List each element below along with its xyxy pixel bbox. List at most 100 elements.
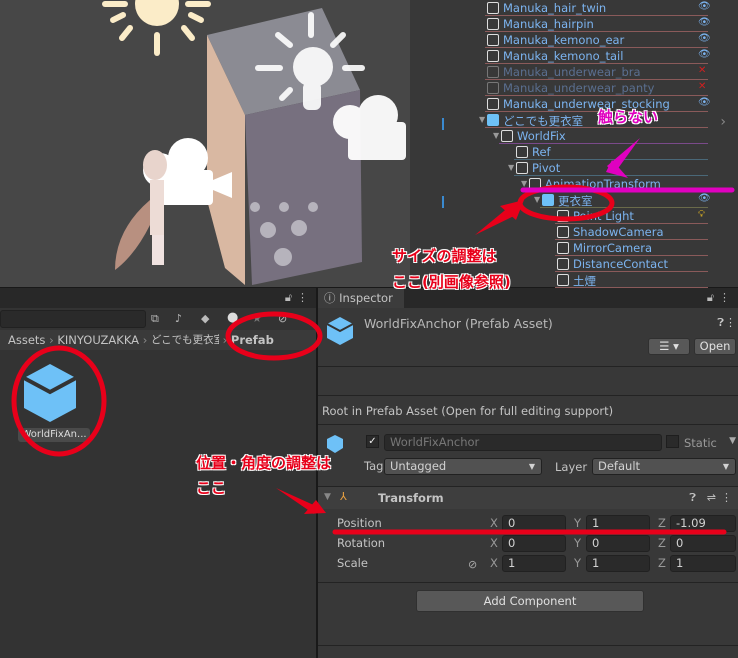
hierarchy-item[interactable]: Point Light 💡︎ <box>410 208 738 224</box>
axis-label-z[interactable]: Z <box>658 516 666 530</box>
breadcrumb-kinyouzakka[interactable]: KINYOUZAKKA <box>57 333 139 347</box>
scale-y-field[interactable]: 1 <box>586 555 650 572</box>
visibility-icon[interactable]: 👁︎ <box>698 1 711 14</box>
open-button[interactable]: Open <box>694 338 736 355</box>
search-input[interactable] <box>0 310 146 328</box>
hierarchy-item[interactable]: Manuka_underwear_stocking 👁︎ <box>410 96 738 112</box>
gameobject-icon <box>487 66 499 78</box>
hierarchy-item[interactable]: ShadowCamera <box>410 224 738 240</box>
axis-label-y[interactable]: Y <box>574 536 581 550</box>
search-by-type-icon[interactable]: ⧉ <box>151 312 159 326</box>
scene-view[interactable] <box>0 0 410 287</box>
asset-label: WorldFixAn... <box>18 428 90 442</box>
foldout-arrow-icon[interactable]: ▼ <box>534 195 540 204</box>
foldout-arrow-icon[interactable]: ▼ <box>508 163 514 172</box>
breadcrumb-assets[interactable]: Assets <box>0 333 45 347</box>
hierarchy-item[interactable]: ▼ どこでも更衣室 <box>410 112 738 128</box>
gameobject-icon <box>516 146 528 158</box>
transform-header[interactable]: ▼ ⅄ Transform ❓︎ ⇌ ⋮ <box>318 487 738 509</box>
label-tag-icon[interactable]: ◆ <box>201 312 209 325</box>
axis-label-y[interactable]: Y <box>574 516 581 530</box>
gameobject-icon <box>487 82 499 94</box>
hierarchy-item-label: Manuka_hairpin <box>503 17 594 31</box>
sun-icon <box>102 0 211 56</box>
hierarchy-item[interactable]: Manuka_kemono_ear 👁︎ <box>410 32 738 48</box>
transform-row-label: Position <box>337 516 382 530</box>
gameobject-icon <box>487 50 499 62</box>
axis-label-x[interactable]: X <box>490 516 498 530</box>
inspector-panel: ⓘ Inspector 🔓︎ ⋮ WorldFixAnchor (Prefab … <box>318 288 738 658</box>
layer-value: Default <box>598 459 641 473</box>
rotation-x-field[interactable]: 0 <box>502 535 566 552</box>
active-checkbox[interactable]: ✓ <box>366 435 379 448</box>
hierarchy-item[interactable]: Manuka_underwear_panty ✕ <box>410 80 738 96</box>
annotation-size-line1: サイズの調整は <box>392 247 497 265</box>
hidden-icon[interactable]: ✕ <box>698 81 710 94</box>
position-y-field[interactable]: 1 <box>586 515 650 532</box>
tab-inspector[interactable]: ⓘ Inspector <box>318 288 404 308</box>
hidden-packages-icon[interactable]: ⊘ <box>278 312 287 325</box>
visibility-icon[interactable]: 👁︎ <box>698 193 711 206</box>
filter-type-icon[interactable]: ♪ <box>175 312 182 325</box>
lock-icon[interactable]: 🔓︎ <box>707 291 714 305</box>
light-bulb-icon[interactable]: 💡︎ <box>698 209 710 222</box>
visibility-icon[interactable]: 👁︎ <box>698 17 711 30</box>
scale-z-field[interactable]: 1 <box>670 555 736 572</box>
presets-icon[interactable]: ⇌ <box>707 491 716 504</box>
position-x-field[interactable]: 0 <box>502 515 566 532</box>
hierarchy-item[interactable]: ▼ 更衣室 👁︎ <box>410 192 738 208</box>
hierarchy-item-label: AnimationTransform <box>545 177 661 191</box>
rotation-z-field[interactable]: 0 <box>670 535 736 552</box>
foldout-arrow-icon[interactable]: ▼ <box>493 131 499 140</box>
hierarchy-item[interactable]: Manuka_hair_twin 👁︎ <box>410 0 738 16</box>
axis-label-x[interactable]: X <box>490 536 498 550</box>
hierarchy-item[interactable]: Manuka_kemono_tail 👁︎ <box>410 48 738 64</box>
hierarchy-item-label: Manuka_hair_twin <box>503 1 607 15</box>
add-component-button[interactable]: Add Component <box>416 590 644 612</box>
asset-worldfixanchor[interactable]: WorldFixAn... <box>16 358 92 448</box>
tag-dropdown[interactable]: Untagged ▼ <box>384 458 542 475</box>
hierarchy-item[interactable]: ▼ AnimationTransform <box>410 176 738 192</box>
help-icon[interactable]: ❓︎ <box>717 316 724 330</box>
visibility-icon[interactable]: 👁︎ <box>698 49 711 62</box>
hierarchy-item[interactable]: ▼ WorldFix <box>410 128 738 144</box>
static-checkbox[interactable] <box>666 435 679 448</box>
name-field[interactable]: WorldFixAnchor <box>384 434 662 451</box>
more-menu-icon[interactable]: ⋮ <box>719 291 730 304</box>
visibility-icon[interactable]: 👁︎ <box>698 33 711 46</box>
hierarchy-item[interactable]: Ref <box>410 144 738 160</box>
breadcrumb-prefab[interactable]: Prefab <box>231 333 274 347</box>
hidden-icon[interactable]: ✕ <box>698 65 710 78</box>
hierarchy-item[interactable]: Manuka_hairpin 👁︎ <box>410 16 738 32</box>
foldout-arrow-icon[interactable]: ▼ <box>479 115 485 124</box>
gameobject-icon <box>327 435 343 453</box>
hierarchy-item-label: Manuka_kemono_tail <box>503 49 624 63</box>
static-dropdown-arrow-icon[interactable]: ▼ <box>729 436 736 446</box>
axis-label-x[interactable]: X <box>490 556 498 570</box>
scale-x-field[interactable]: 1 <box>502 555 566 572</box>
foldout-arrow-icon[interactable]: ▼ <box>521 179 527 188</box>
lock-icon[interactable]: 🔓︎ <box>285 291 292 305</box>
more-menu-icon[interactable]: ⋮ <box>725 316 736 329</box>
info-icon: ⓘ <box>324 291 340 305</box>
favorite-star-icon[interactable]: ★ <box>252 312 262 325</box>
chevron-right-icon[interactable]: › <box>720 114 726 130</box>
hierarchy-item[interactable]: Manuka_underwear_bra ✕ <box>410 64 738 80</box>
gameobject-icon <box>487 114 499 126</box>
warning-icon[interactable]: ● <box>227 310 238 325</box>
more-menu-icon[interactable]: ⋮ <box>721 491 732 504</box>
axis-label-y[interactable]: Y <box>574 556 581 570</box>
help-icon[interactable]: ❓︎ <box>689 491 696 505</box>
layer-dropdown[interactable]: Default ▼ <box>592 458 736 475</box>
constrain-proportions-icon[interactable]: ⊘ <box>468 558 477 571</box>
visibility-icon[interactable]: 👁︎ <box>698 97 711 110</box>
hierarchy-item[interactable]: ▼ Pivot <box>410 160 738 176</box>
axis-label-z[interactable]: Z <box>658 536 666 550</box>
rotation-y-field[interactable]: 0 <box>586 535 650 552</box>
axis-label-z[interactable]: Z <box>658 556 666 570</box>
breadcrumb-dokodemo[interactable]: どこでも更衣室 <box>151 330 219 350</box>
position-z-field[interactable]: -1.09 <box>670 515 736 532</box>
foldout-arrow-icon[interactable]: ▼ <box>324 492 331 502</box>
hierarchy-mode-dropdown[interactable]: ☰ ▾ <box>648 338 690 355</box>
more-menu-icon[interactable]: ⋮ <box>297 291 308 304</box>
